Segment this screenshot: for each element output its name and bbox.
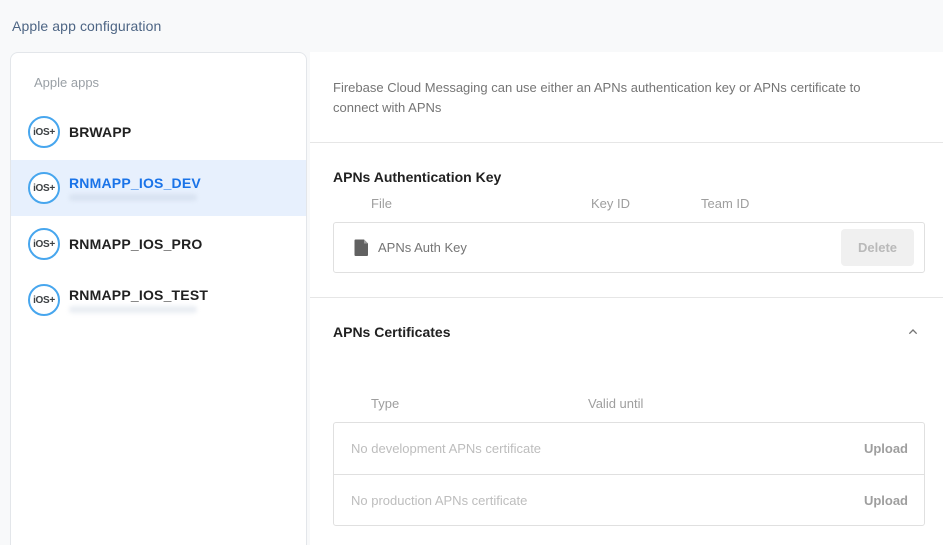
column-header-type: Type: [371, 396, 399, 411]
column-header-team-id: Team ID: [701, 196, 749, 211]
auth-key-file-name: APNs Auth Key: [378, 240, 467, 255]
apple-apps-sidebar: Apple apps iOS+ BRWAPP iOS+ RNMAPP_IOS_D…: [10, 52, 307, 545]
app-item-label: RNMAPP_IOS_TEST: [69, 287, 208, 303]
column-header-key-id: Key ID: [591, 196, 630, 211]
certificates-table: No development APNs certificate Upload N…: [333, 422, 925, 526]
file-icon: [354, 239, 369, 256]
sidebar-item-rnmapp-ios-pro[interactable]: iOS+ RNMAPP_IOS_PRO: [11, 216, 306, 272]
upload-production-button[interactable]: Upload: [864, 493, 908, 508]
apns-auth-key-section: APNs Authentication Key File Key ID Team…: [310, 143, 943, 273]
page-title: Apple app configuration: [12, 18, 161, 34]
app-item-label: BRWAPP: [69, 124, 131, 140]
sidebar-item-rnmapp-ios-dev[interactable]: iOS+ RNMAPP_IOS_DEV: [11, 160, 306, 216]
apns-config-panel: Firebase Cloud Messaging can use either …: [310, 52, 943, 545]
delete-button[interactable]: Delete: [841, 229, 914, 266]
apns-certificates-section: APNs Certificates Type Valid until No de…: [310, 298, 943, 526]
chevron-up-icon[interactable]: [901, 320, 925, 344]
apns-description: Firebase Cloud Messaging can use either …: [310, 52, 943, 118]
sidebar-item-brwapp[interactable]: iOS+ BRWAPP: [11, 104, 306, 160]
app-item-label: RNMAPP_IOS_PRO: [69, 236, 203, 252]
auth-key-heading: APNs Authentication Key: [333, 143, 925, 185]
upload-development-button[interactable]: Upload: [864, 441, 908, 456]
certificates-column-headers: Type Valid until: [333, 396, 925, 413]
auth-key-row: APNs Auth Key Delete: [333, 222, 925, 273]
sidebar-item-rnmapp-ios-test[interactable]: iOS+ RNMAPP_IOS_TEST: [11, 272, 306, 328]
app-item-label: RNMAPP_IOS_DEV: [69, 175, 201, 191]
column-header-file: File: [371, 196, 392, 211]
certificate-row-text: No development APNs certificate: [351, 441, 541, 456]
ios-app-icon: iOS+: [28, 172, 60, 204]
production-certificate-row: No production APNs certificate Upload: [334, 474, 924, 525]
development-certificate-row: No development APNs certificate Upload: [334, 423, 924, 474]
ios-app-icon: iOS+: [28, 284, 60, 316]
ios-app-icon: iOS+: [28, 228, 60, 260]
column-header-valid-until: Valid until: [588, 396, 643, 411]
sidebar-section-label: Apple apps: [11, 53, 306, 104]
redacted-bundle-id: [69, 194, 197, 201]
certificate-row-text: No production APNs certificate: [351, 493, 527, 508]
certificates-heading: APNs Certificates: [333, 298, 925, 340]
redacted-bundle-id: [69, 306, 197, 313]
ios-app-icon: iOS+: [28, 116, 60, 148]
auth-key-column-headers: File Key ID Team ID: [333, 196, 925, 213]
page-header: Apple app configuration: [0, 0, 943, 52]
auth-key-file-cell: APNs Auth Key: [354, 239, 841, 256]
